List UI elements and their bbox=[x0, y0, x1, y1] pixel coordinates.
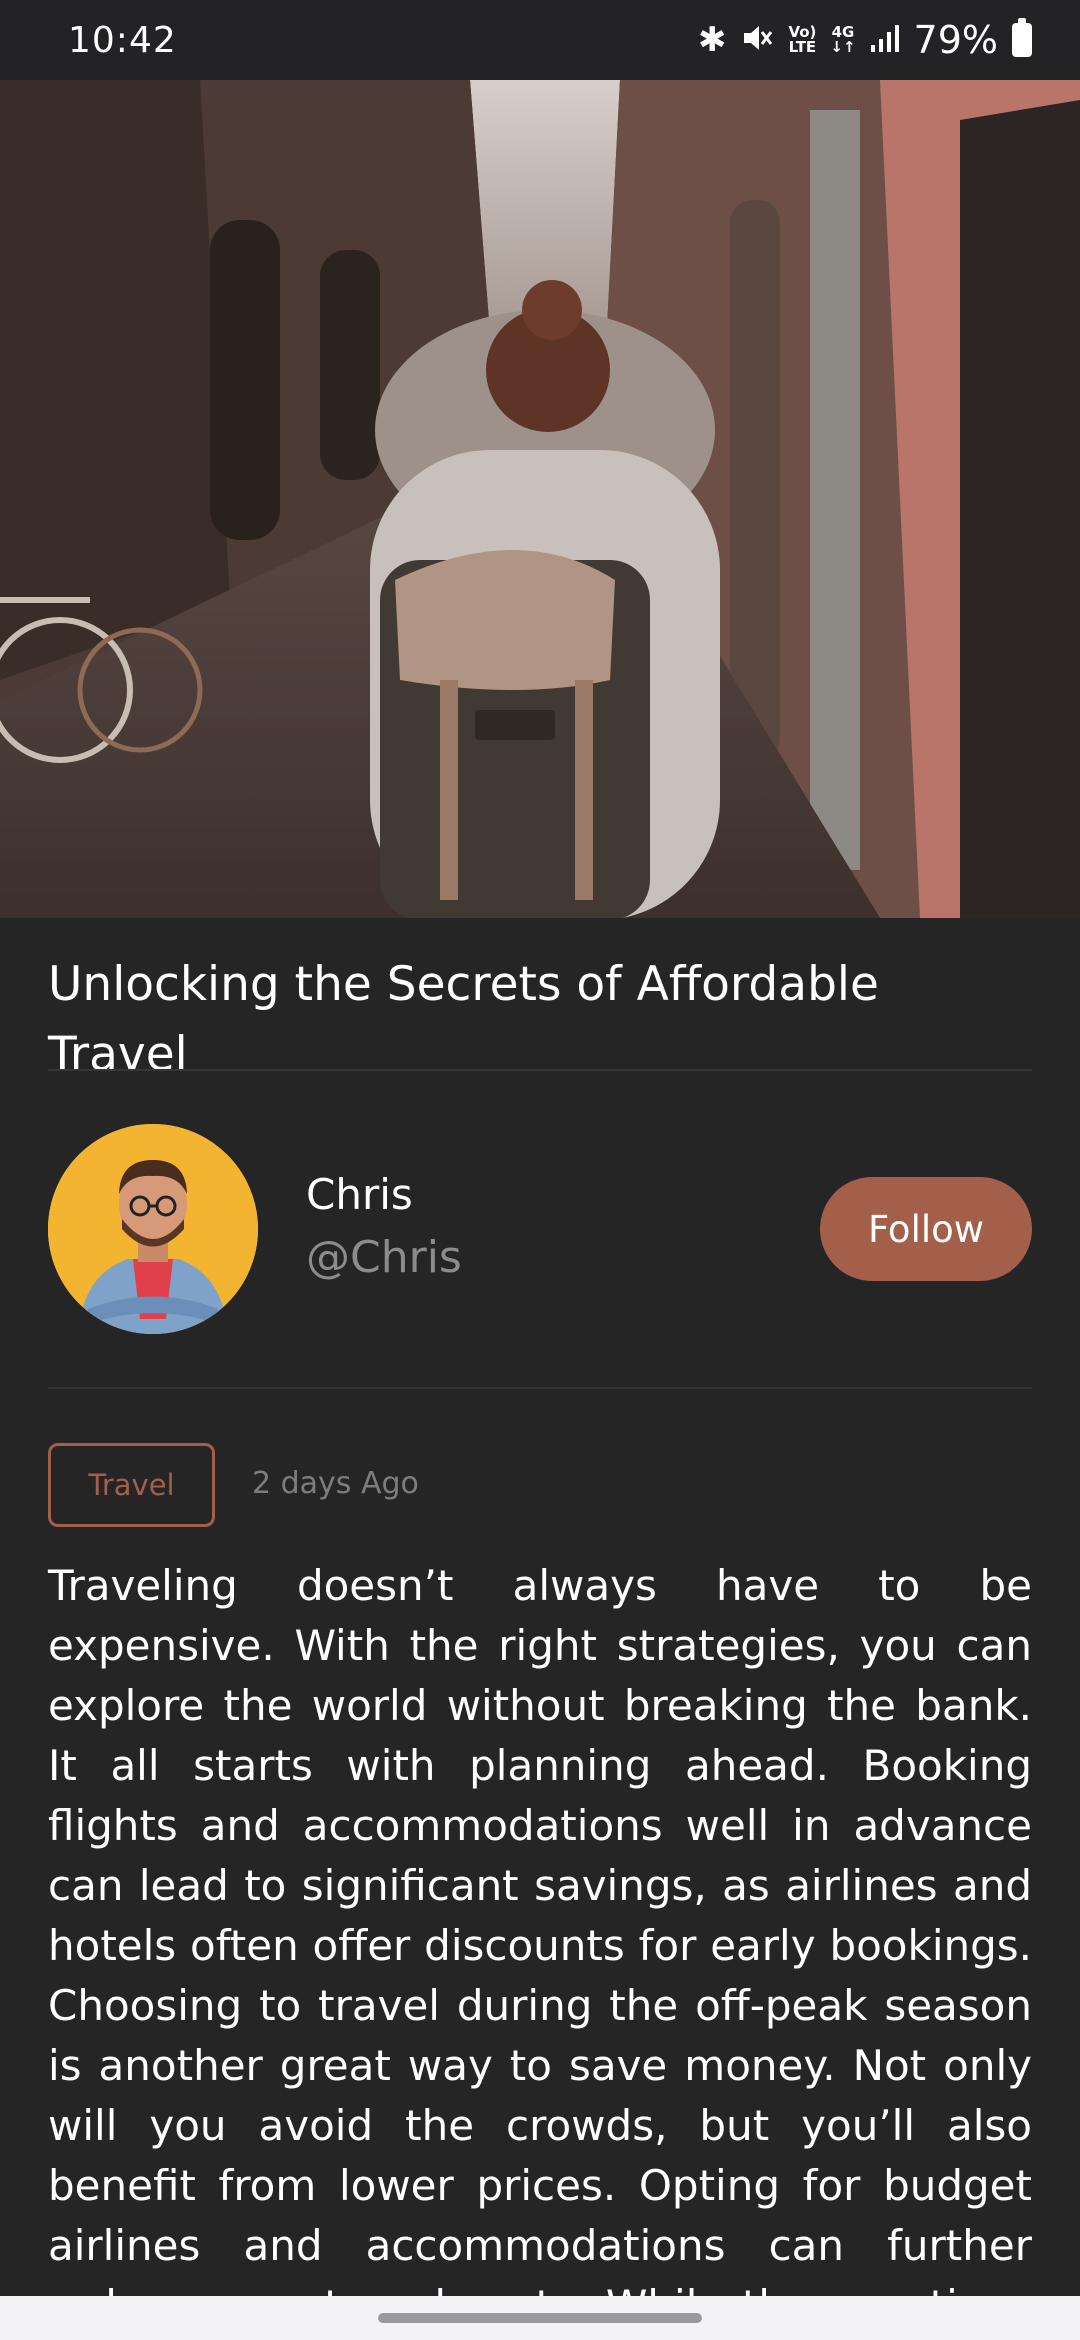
bluetooth-icon: ✱ bbox=[697, 20, 727, 60]
person-avatar-icon bbox=[48, 1124, 258, 1334]
category-tag[interactable]: Travel bbox=[48, 1443, 215, 1527]
battery-icon bbox=[1012, 18, 1032, 57]
post-date: 2 days Ago bbox=[252, 1466, 419, 1501]
divider-top bbox=[48, 1069, 1032, 1071]
gesture-nav-bar bbox=[0, 2296, 1080, 2340]
divider-bottom bbox=[48, 1387, 1032, 1389]
signal-icon bbox=[870, 23, 900, 57]
author-handle[interactable]: @Chris bbox=[306, 1232, 462, 1283]
mute-icon bbox=[740, 21, 774, 59]
battery-percent: 79% bbox=[913, 18, 998, 62]
article-body: Traveling doesn’t always have to be expe… bbox=[48, 1561, 1032, 2330]
network-arrows: ↓↑ bbox=[830, 38, 856, 56]
travel-photo-icon bbox=[0, 80, 1080, 918]
hero-image bbox=[0, 80, 1080, 918]
status-time: 10:42 bbox=[68, 19, 177, 61]
volte-bottom: LTE bbox=[788, 38, 817, 56]
home-handle[interactable] bbox=[378, 2313, 702, 2323]
volte-icon: Vo) LTE bbox=[788, 25, 816, 55]
author-avatar[interactable] bbox=[48, 1124, 258, 1334]
network-4g-icon: 4G ↓↑ bbox=[830, 25, 855, 55]
status-icons: ✱ Vo) LTE 4G ↓↑ 79% bbox=[698, 18, 1032, 62]
follow-button[interactable]: Follow bbox=[820, 1177, 1032, 1281]
author-name[interactable]: Chris bbox=[306, 1170, 413, 1219]
status-bar: 10:42 ✱ Vo) LTE 4G ↓↑ 79% bbox=[0, 0, 1080, 80]
article-screen: 10:42 ✱ Vo) LTE 4G ↓↑ 79% Unlocking the … bbox=[0, 0, 1080, 2340]
